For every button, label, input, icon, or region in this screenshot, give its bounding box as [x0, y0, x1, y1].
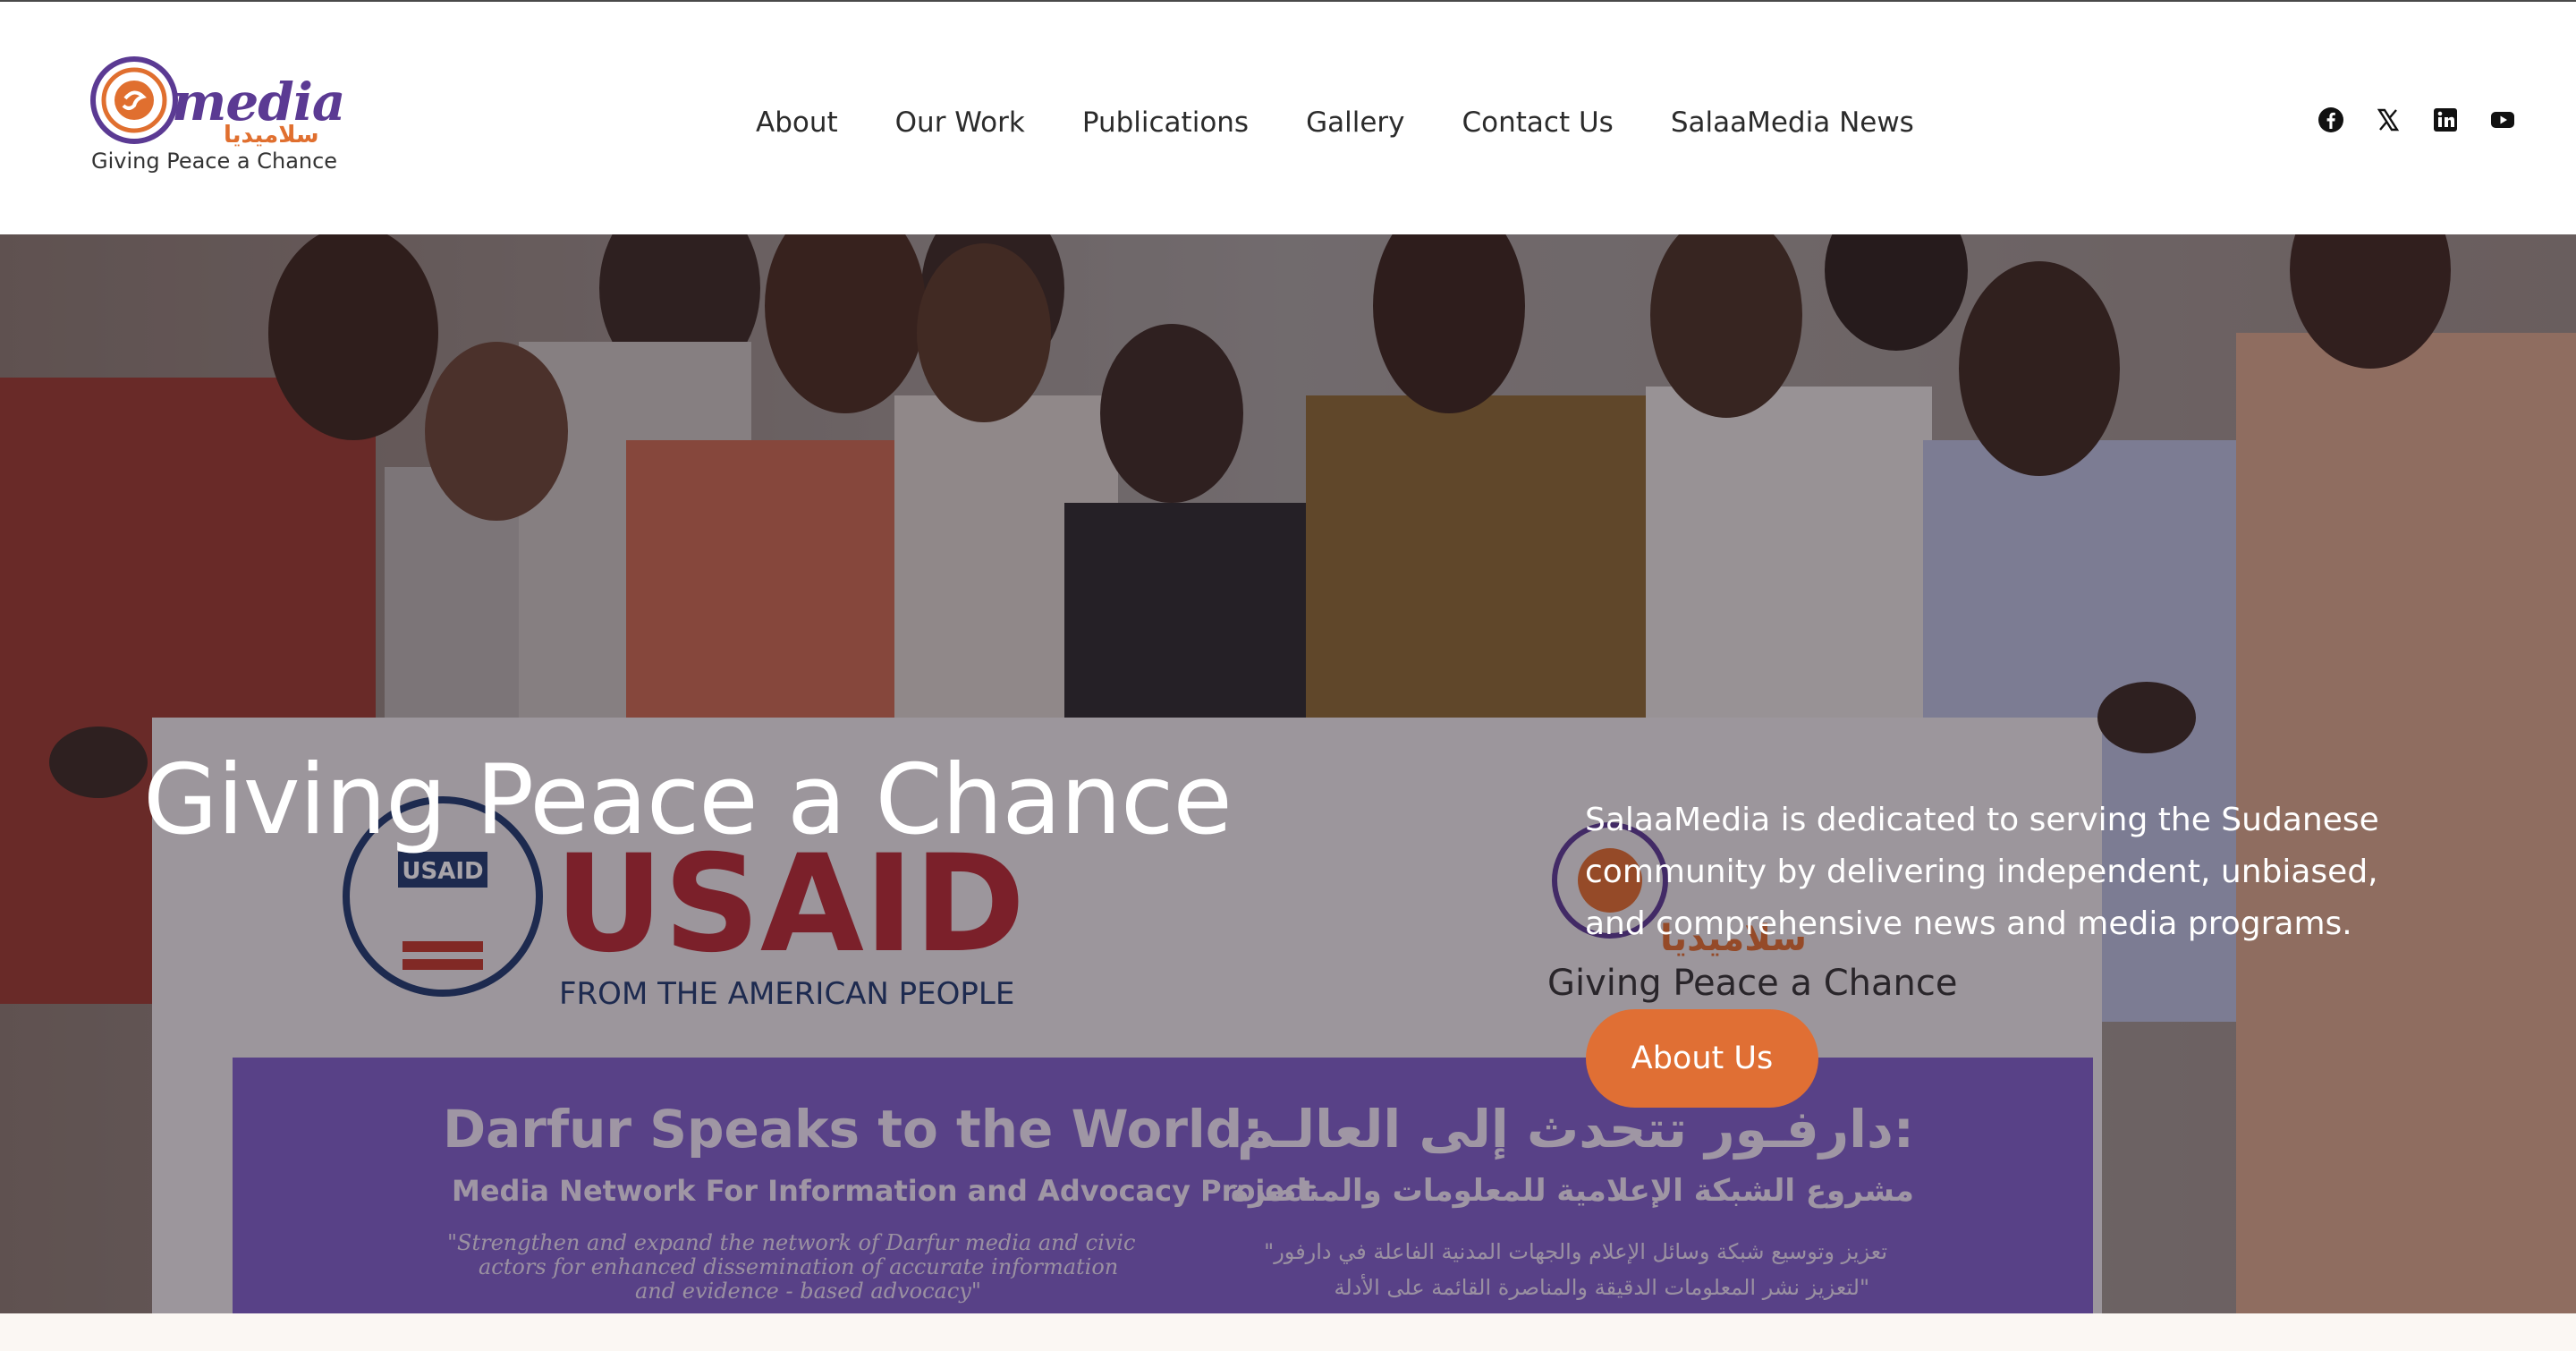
- nav-item-our-work[interactable]: Our Work: [895, 106, 1025, 139]
- nav-item-salaamedia-news[interactable]: SalaaMedia News: [1671, 106, 1914, 139]
- logo-arabic-text: سلاميديا: [224, 122, 319, 149]
- hero-section: USAID USAID FROM THE AMERICAN PEOPLE سلا…: [0, 234, 2576, 1313]
- nav-item-contact-us[interactable]: Contact Us: [1462, 106, 1614, 139]
- nav-item-gallery[interactable]: Gallery: [1306, 106, 1404, 139]
- nav-item-about[interactable]: About: [756, 106, 838, 139]
- main-navigation: About Our Work Publications Gallery Cont…: [756, 100, 1914, 145]
- youtube-icon[interactable]: [2488, 106, 2517, 134]
- nav-item-publications[interactable]: Publications: [1082, 106, 1249, 139]
- linkedin-icon[interactable]: [2431, 106, 2460, 134]
- facebook-icon[interactable]: [2317, 106, 2345, 134]
- site-header: media سلاميديا Giving Peace a Chance Abo…: [0, 2, 2576, 234]
- social-links: [2317, 106, 2517, 134]
- logo-tagline: Giving Peace a Chance: [91, 149, 338, 174]
- site-logo[interactable]: media سلاميديا Giving Peace a Chance: [89, 55, 345, 181]
- about-us-button[interactable]: About Us: [1586, 1009, 1818, 1108]
- next-section-edge: [0, 1313, 2576, 1351]
- logo-mark-icon: [90, 56, 178, 144]
- hero-description: SalaaMedia is dedicated to serving the S…: [1585, 802, 2379, 942]
- x-twitter-icon[interactable]: [2374, 106, 2402, 134]
- hero-title: Giving Peace a Chance: [143, 744, 1233, 856]
